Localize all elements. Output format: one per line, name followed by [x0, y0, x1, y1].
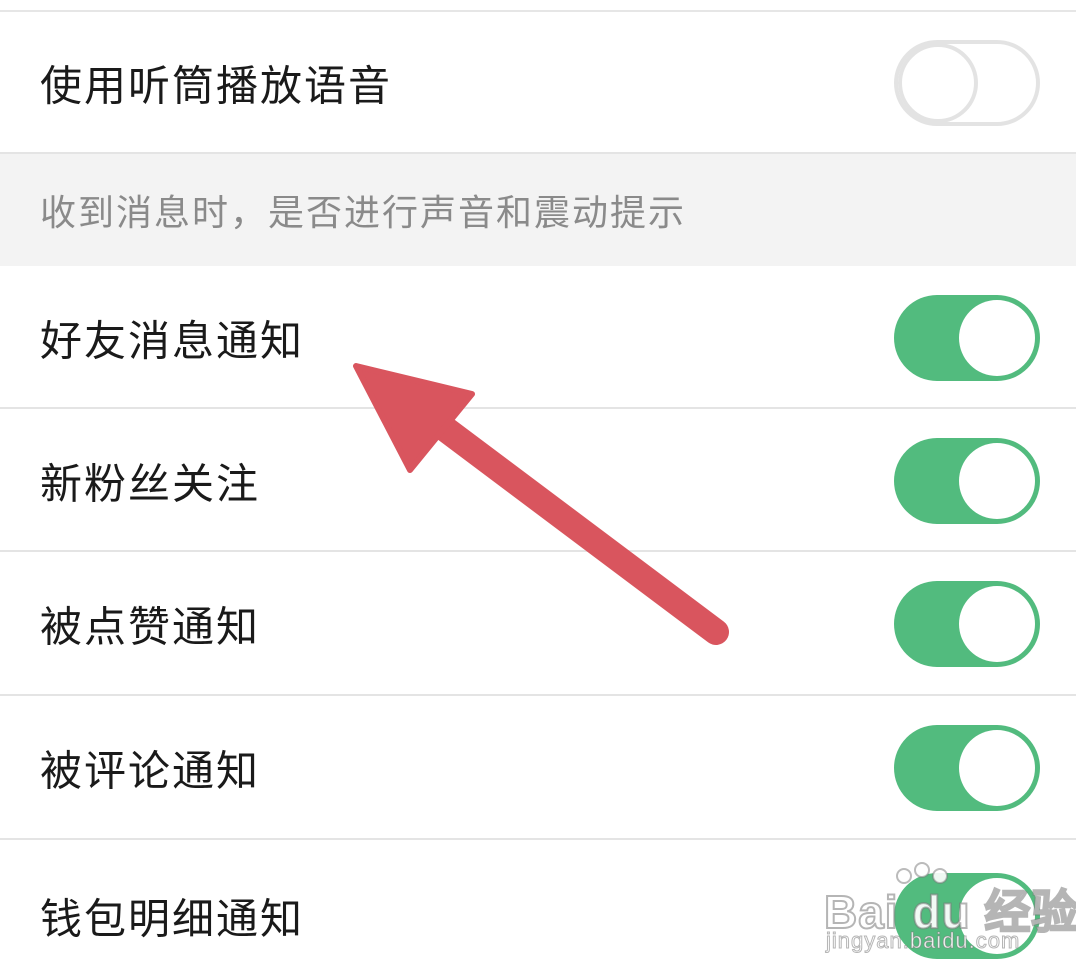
toggle-knob	[898, 43, 978, 123]
liked-toggle[interactable]	[894, 581, 1040, 667]
setting-label-new-follower: 新粉丝关注	[40, 459, 261, 508]
setting-row-liked[interactable]: 被点赞通知	[0, 552, 1076, 696]
earpiece-toggle[interactable]	[894, 40, 1040, 126]
setting-row-earpiece[interactable]: 使用听筒播放语音	[0, 12, 1076, 154]
friend-message-toggle[interactable]	[894, 294, 1040, 381]
toggle-knob	[959, 299, 1035, 376]
setting-label-earpiece: 使用听筒播放语音	[40, 61, 393, 111]
new-follower-toggle[interactable]	[894, 437, 1040, 524]
setting-label-liked: 被点赞通知	[40, 602, 261, 652]
notification-settings-screen: 使用听筒播放语音 收到消息时，是否进行声音和震动提示 好友消息通知 新粉丝关注 …	[0, 0, 1076, 976]
toggle-knob	[959, 730, 1035, 806]
toggle-knob	[959, 442, 1035, 519]
setting-label-friend-message: 好友消息通知	[40, 316, 305, 365]
setting-label-wallet-details: 钱包明细通知	[40, 894, 305, 944]
setting-label-commented: 被评论通知	[40, 746, 261, 796]
wallet-details-toggle[interactable]	[894, 873, 1040, 959]
setting-row-new-follower[interactable]: 新粉丝关注	[0, 409, 1076, 552]
setting-row-commented[interactable]: 被评论通知	[0, 696, 1076, 840]
setting-row-wallet-details[interactable]: 钱包明细通知	[0, 840, 1076, 976]
toggle-knob	[959, 878, 1035, 954]
commented-toggle[interactable]	[894, 725, 1040, 811]
toggle-knob	[959, 586, 1035, 662]
setting-row-friend-message[interactable]: 好友消息通知	[0, 266, 1076, 409]
notification-section-header: 收到消息时，是否进行声音和震动提示	[0, 154, 1076, 266]
section-header-text: 收到消息时，是否进行声音和震动提示	[40, 193, 687, 234]
top-divider	[0, 0, 1076, 12]
